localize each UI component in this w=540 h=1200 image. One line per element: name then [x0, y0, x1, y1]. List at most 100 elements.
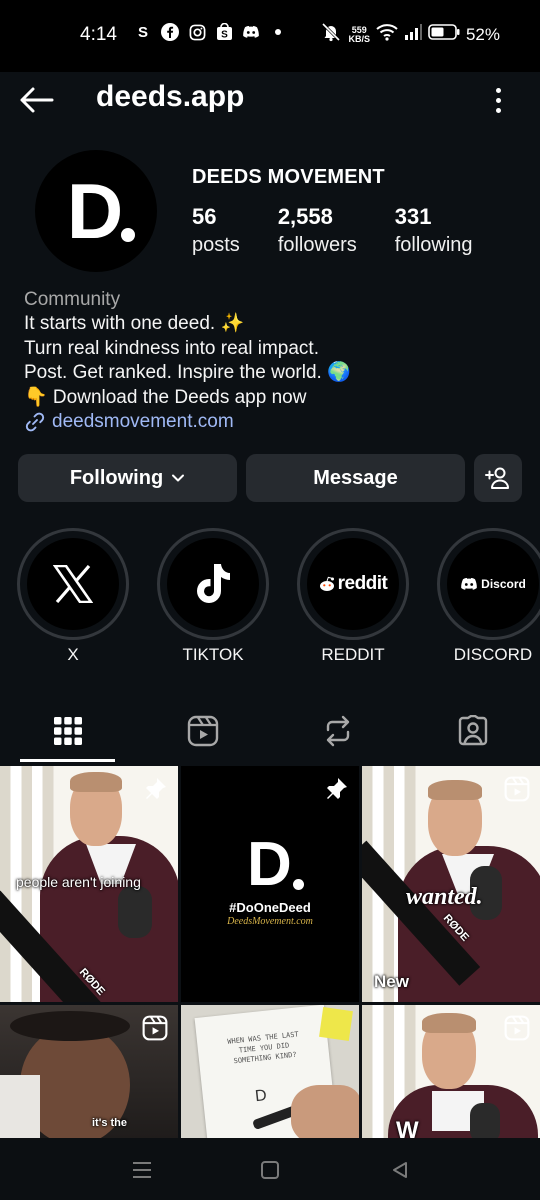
- back-button[interactable]: [16, 80, 56, 120]
- highlight-ring: reddit: [297, 528, 409, 640]
- tab-reposts[interactable]: [270, 700, 405, 762]
- reddit-wordmark: reddit: [337, 573, 388, 594]
- wifi-icon: [376, 23, 398, 46]
- highlight-ring: [157, 528, 269, 640]
- profile-username: deeds.app: [96, 80, 245, 113]
- bio-line: 👇 Download the Deeds app now: [24, 386, 307, 408]
- avatar-logo-dot: [121, 228, 136, 242]
- shop-icon: S: [214, 22, 234, 42]
- post-thumbnail[interactable]: it's the: [0, 1005, 178, 1138]
- reel-icon: [504, 1015, 530, 1046]
- post-thumbnail[interactable]: WHEN WAS THE LAST TIME YOU DID SOMETHING…: [181, 1005, 359, 1138]
- bio-line: Turn real kindness into real impact.: [24, 337, 319, 359]
- facebook-icon: [160, 22, 180, 42]
- system-icons: 559 KB/S 52%: [320, 22, 500, 47]
- bio-category: Community: [24, 289, 121, 310]
- discord-wordmark: Discord: [481, 577, 526, 591]
- post-caption-overlay: people aren't joining: [16, 874, 141, 890]
- tab-reels[interactable]: [135, 700, 270, 762]
- highlight-reddit[interactable]: reddit REDDIT: [297, 528, 409, 665]
- more-options-button[interactable]: [490, 82, 506, 118]
- notification-icons: S S: [133, 22, 288, 42]
- bio-line: Post. Get ranked. Inspire the world. 🌍: [24, 362, 351, 383]
- system-nav-bar: [0, 1138, 540, 1200]
- avatar[interactable]: D: [35, 150, 157, 272]
- message-label: Message: [313, 466, 398, 489]
- note-text: WHEN WAS THE LAST TIME YOU DID SOMETHING…: [226, 1030, 300, 1066]
- home-square-icon: [261, 1161, 279, 1179]
- battery-icon: [428, 24, 460, 45]
- instagram-icon: [187, 22, 207, 42]
- link-icon: [25, 412, 45, 432]
- post-new-label: New: [374, 972, 409, 991]
- reel-icon: [504, 776, 530, 807]
- highlight-discord[interactable]: Discord DISCORD: [437, 528, 540, 665]
- status-bar: 4:14 S S 559 KB/S 52%: [0, 0, 540, 72]
- net-speed: 559 KB/S: [348, 25, 370, 44]
- display-name: DEEDS MOVEMENT: [192, 166, 385, 188]
- post-thumbnail[interactable]: RØDE people aren't joining: [0, 766, 178, 1002]
- tab-grid[interactable]: [0, 700, 135, 762]
- hand: [291, 1085, 359, 1138]
- battery-percent: 52%: [465, 24, 500, 44]
- post-caption-overlay: W: [396, 1117, 419, 1138]
- microphone: [118, 886, 152, 938]
- highlight-ring: [17, 528, 129, 640]
- post-caption-overlay: it's the: [92, 1117, 128, 1129]
- deeds-logo-letter: D: [247, 830, 292, 899]
- mute-icon: [320, 22, 342, 47]
- highlight-label: TIKTOK: [182, 645, 244, 664]
- post-thumbnail[interactable]: RØDE wanted. New: [362, 766, 540, 1002]
- avatar-letter: D: [66, 167, 123, 255]
- recents-button[interactable]: [128, 1156, 156, 1184]
- back-nav-button[interactable]: [386, 1156, 414, 1184]
- highlight-label: DISCORD: [453, 645, 533, 664]
- tiktok-logo-icon: [167, 538, 259, 630]
- discord-logo-icon: Discord: [447, 538, 539, 630]
- x-logo-icon: [27, 538, 119, 630]
- bio-link-text: deedsmovement.com: [52, 411, 234, 432]
- post-site: DeedsMovement.com: [227, 916, 313, 927]
- stat-value: 2,558: [277, 204, 333, 229]
- profile-header: deeds.app: [0, 72, 540, 128]
- highlight-label: X: [67, 645, 79, 664]
- deeds-logo: D: [247, 834, 304, 896]
- post-thumbnail[interactable]: W: [362, 1005, 540, 1138]
- svg-text:S: S: [221, 30, 228, 41]
- chevron-down-icon: [172, 474, 185, 482]
- following-button[interactable]: Following: [18, 454, 237, 502]
- post-thumbnail[interactable]: D #DoOneDeed DeedsMovement.com: [181, 766, 359, 1002]
- more-dots-icon: [495, 87, 501, 93]
- repost-icon: [326, 715, 349, 747]
- bio-link[interactable]: deedsmovement.com: [24, 410, 524, 434]
- reels-icon: [187, 715, 218, 747]
- profile-tabs: [0, 700, 540, 762]
- highlight-x[interactable]: X: [17, 528, 129, 665]
- back-triangle-icon: [393, 1162, 407, 1178]
- stat-value: 56: [192, 204, 217, 229]
- tab-tagged[interactable]: [405, 700, 540, 762]
- stat-label: followers: [277, 234, 357, 256]
- suggested-users-button[interactable]: [474, 454, 522, 502]
- grid-icon: [53, 717, 82, 745]
- add-user-icon: [485, 467, 509, 489]
- profile-stats: 56 posts 2,558 followers 331 following: [192, 204, 511, 257]
- status-time: 4:14: [80, 24, 117, 45]
- avatar-logo: D: [67, 172, 136, 250]
- stat-label: following: [394, 234, 473, 256]
- stat-posts[interactable]: 56 posts: [192, 204, 240, 257]
- stat-followers[interactable]: 2,558 followers: [278, 204, 357, 257]
- reel-icon: [142, 1015, 168, 1046]
- profile-bio: Community It starts with one deed. ✨ Tur…: [24, 288, 524, 434]
- discord-icon: [241, 22, 261, 42]
- home-button[interactable]: [256, 1156, 284, 1184]
- post-caption-overlay: wanted.: [406, 884, 483, 910]
- dot-icon: [268, 22, 288, 42]
- stat-following[interactable]: 331 following: [395, 204, 473, 257]
- net-speed-unit: KB/S: [348, 33, 370, 44]
- story-highlights: X TIKTOK reddit REDDIT Discord DISCORD: [0, 528, 540, 678]
- stat-value: 331: [394, 204, 432, 229]
- highlight-tiktok[interactable]: TIKTOK: [157, 528, 269, 665]
- message-button[interactable]: Message: [246, 454, 465, 502]
- tagged-icon: [458, 715, 487, 746]
